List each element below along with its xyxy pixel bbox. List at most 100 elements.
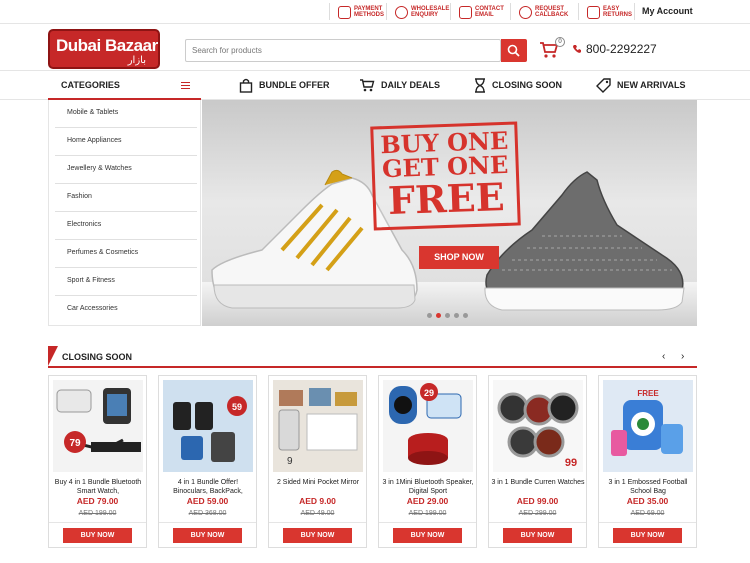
product-old-price: AED 368.00 <box>188 510 227 517</box>
logo-arabic-text: بازار <box>127 55 146 66</box>
link-label: ENQUIRY <box>411 12 439 18</box>
category-label: Sport & Fitness <box>67 277 115 284</box>
category-item[interactable]: Electronics <box>55 212 197 240</box>
categories-menu-toggle[interactable]: CATEGORIES <box>48 71 201 100</box>
category-item[interactable]: Sport & Fitness <box>55 268 197 296</box>
product-image: 29 <box>383 380 473 472</box>
product-image-art: 9 <box>278 388 358 467</box>
link-label: RETURNS <box>603 12 633 18</box>
product-name: Buy 4 in 1 Bundle Bluetooth Smart Watch, <box>54 479 142 495</box>
my-account-link[interactable]: My Account <box>642 6 693 16</box>
hourglass-icon <box>475 77 485 93</box>
mail-icon <box>459 5 472 19</box>
wholesale-enquiry-link[interactable]: WHOLESALE ENQUIRY <box>395 4 451 20</box>
nav-daily-deals[interactable]: DAILY DEALS <box>359 76 440 94</box>
buy-now-button[interactable]: BUY NOW <box>63 528 132 543</box>
product-card[interactable]: 29 3 in 1Mini Bluetooth Speaker, Digital… <box>378 375 477 548</box>
slider-dot[interactable] <box>463 313 468 318</box>
cart-icon <box>360 79 375 92</box>
product-price: AED 59.00 <box>186 496 229 506</box>
contact-email-link[interactable]: CONTACT EMAIL <box>459 4 515 20</box>
link-label: EMAIL <box>475 12 494 18</box>
category-item[interactable]: Mobile & Tablets <box>55 100 197 128</box>
link-label: METHODS <box>354 12 384 18</box>
cart-count-badge: 0 <box>555 37 565 47</box>
nav-new-arrivals[interactable]: NEW ARRIVALS <box>596 76 686 94</box>
category-item[interactable]: Home Appliances <box>55 128 197 156</box>
category-label: Fashion <box>67 193 92 200</box>
category-label: Perfumes & Cosmetics <box>67 249 139 256</box>
phone-icon <box>573 45 581 53</box>
next-section-preview <box>48 552 697 563</box>
hamburger-icon <box>181 82 190 89</box>
product-card[interactable]: 99 3 in 1 Bundle Curren Watches AED 99.0… <box>488 375 587 548</box>
product-image-art: FREE <box>611 389 683 456</box>
truck-icon <box>395 5 408 19</box>
divider <box>329 3 330 20</box>
product-card[interactable]: FREE 3 in 1 Embossed Football School Bag… <box>598 375 697 548</box>
product-card[interactable]: 79 Buy 4 in 1 Bundle Bluetooth Smart Wat… <box>48 375 147 548</box>
link-label: CALLBACK <box>535 12 569 18</box>
buy-now-button[interactable]: BUY NOW <box>173 528 242 543</box>
slider-dot-active[interactable] <box>436 313 441 318</box>
search-button[interactable] <box>501 39 527 62</box>
section-corner-accent <box>48 346 58 366</box>
buy-now-button[interactable]: BUY NOW <box>613 528 682 543</box>
promo-banner[interactable]: BUY ONE GET ONE FREE SHOP NOW <box>202 100 697 326</box>
divider <box>489 522 586 523</box>
product-card[interactable]: 59 4 in 1 Bundle Offer! Binoculars, Back… <box>158 375 257 548</box>
category-item[interactable]: Car Accessories <box>55 296 197 324</box>
category-label: Jewellery & Watches <box>67 165 132 172</box>
product-image-art: 99 <box>497 392 579 469</box>
search-input[interactable] <box>185 39 501 62</box>
slider-dot[interactable] <box>427 313 432 318</box>
product-image: 59 <box>163 380 253 472</box>
product-card[interactable]: 9 2 Sided Mini Pocket Mirror AED 9.00 AE… <box>268 375 367 548</box>
product-image-art: 29 <box>389 383 462 465</box>
slider-dots <box>427 313 468 318</box>
category-label: Electronics <box>67 221 102 228</box>
slider-dot[interactable] <box>454 313 459 318</box>
carousel-next-icon[interactable]: › <box>681 351 684 362</box>
bag-icon <box>239 78 253 93</box>
product-price: AED 35.00 <box>626 496 669 506</box>
logo-text: Dubai Bazaar <box>56 36 158 55</box>
closing-soon-header <box>48 346 697 368</box>
buy-now-button[interactable]: BUY NOW <box>393 528 462 543</box>
price-badge: 79 <box>69 438 81 449</box>
product-name: 3 in 1 Bundle Curren Watches <box>491 479 585 486</box>
category-item[interactable]: Fashion <box>55 184 197 212</box>
price-badge: 99 <box>565 457 577 469</box>
nav-closing-soon[interactable]: CLOSING SOON <box>474 76 562 94</box>
category-item[interactable]: Jewellery & Watches <box>55 156 197 184</box>
site-logo[interactable]: Dubai Bazaar بازار <box>48 29 160 69</box>
product-old-price: AED 199.00 <box>78 510 117 517</box>
nav-label: CLOSING SOON <box>492 80 563 90</box>
carousel-prev-icon[interactable]: ‹ <box>662 351 665 362</box>
divider <box>49 522 146 523</box>
product-image-art: 59 <box>173 396 247 462</box>
nav-label: NEW ARRIVALS <box>617 80 686 90</box>
product-image: 99 <box>493 380 583 472</box>
divider <box>379 522 476 523</box>
product-image-art: 79 <box>56 388 141 453</box>
return-icon <box>587 5 600 19</box>
request-callback-link[interactable]: REQUEST CALLBACK <box>519 4 575 20</box>
buy-now-button[interactable]: BUY NOW <box>503 528 572 543</box>
category-item[interactable]: Perfumes & Cosmetics <box>55 240 197 268</box>
divider <box>510 3 511 20</box>
product-old-price: AED 69.00 <box>630 510 665 517</box>
buy-now-button[interactable]: BUY NOW <box>283 528 352 543</box>
slider-dot[interactable] <box>445 313 450 318</box>
product-price: AED 29.00 <box>406 496 449 506</box>
product-price: AED 99.00 <box>516 496 559 506</box>
shop-now-button[interactable]: SHOP NOW <box>419 246 499 269</box>
price-badge: FREE <box>637 389 659 398</box>
product-image: 9 <box>273 380 363 472</box>
product-old-price: AED 49.00 <box>300 510 335 517</box>
nav-label: BUNDLE OFFER <box>259 80 330 90</box>
divider <box>269 522 366 523</box>
nav-bundle-offer[interactable]: BUNDLE OFFER <box>239 76 330 94</box>
phone-number[interactable]: 800-2292227 <box>572 42 657 56</box>
bogo-stamp: BUY ONE GET ONE FREE <box>370 121 521 231</box>
